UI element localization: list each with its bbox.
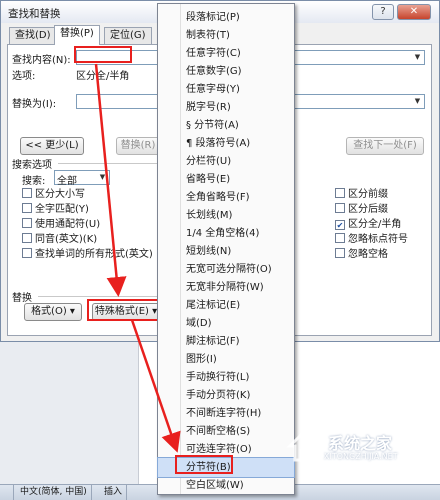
less-button[interactable]: << 更少(L) xyxy=(20,137,84,155)
menu-item-any-char[interactable]: 任意字符(C) xyxy=(158,44,294,63)
watermark-text: 系统之家 xyxy=(328,434,393,453)
menu-item-nonbreaking-hyphen[interactable]: 不间断连字符(H) xyxy=(158,404,294,423)
menu-item-manual-page-break[interactable]: 手动分页符(K) xyxy=(158,386,294,405)
tab-find[interactable]: 查找(D) xyxy=(9,27,57,44)
watermark-logo: 系统之家 XITONGZHIJIA.NET xyxy=(284,416,436,478)
menu-item-manual-line-break[interactable]: 手动换行符(L) xyxy=(158,368,294,387)
find-label: 查找内容(N): xyxy=(12,55,71,66)
divider xyxy=(58,163,158,164)
checkbox-label: 区分大小写 xyxy=(35,189,85,200)
chevron-down-icon[interactable]: ▼ xyxy=(412,96,423,107)
special-format-highlight xyxy=(87,299,159,321)
replace-label: 替换为(I): xyxy=(12,99,57,110)
menu-item-paragraph-mark[interactable]: 段落标记(P) xyxy=(158,8,294,27)
checkbox-sounds-like[interactable]: 同音(英文)(K) xyxy=(22,233,97,246)
checkbox-box[interactable] xyxy=(22,203,32,213)
search-direction-select[interactable]: 全部 ▼ xyxy=(54,170,110,187)
menu-item-en-dash[interactable]: 短划线(N) xyxy=(158,242,294,261)
checkbox-match-width[interactable]: ✔ 区分全/半角 xyxy=(335,218,401,231)
menu-item-tab[interactable]: 制表符(T) xyxy=(158,26,294,45)
checkbox-box[interactable] xyxy=(22,218,32,228)
search-options-title: 搜索选项 xyxy=(12,160,52,171)
checkbox-box[interactable] xyxy=(22,188,32,198)
checkbox-label: 区分后缀 xyxy=(348,204,388,215)
options-value: 区分全/半角 xyxy=(76,71,130,82)
menu-item-any-letter[interactable]: 任意字母(Y) xyxy=(158,80,294,99)
search-direction-label: 搜索: xyxy=(22,176,46,187)
menu-item-nonbreaking-space[interactable]: 不间断空格(S) xyxy=(158,422,294,441)
menu-item-quarter-space[interactable]: 1/4 全角空格(4) xyxy=(158,224,294,243)
menu-item-white-space[interactable]: 空白区域(W) xyxy=(158,476,294,495)
checkbox-label: 查找单词的所有形式(英文) xyxy=(35,249,153,260)
watermark-url: XITONGZHIJIA.NET xyxy=(324,452,398,461)
checkbox-box[interactable] xyxy=(335,233,345,243)
checkbox-label: 忽略标点符号 xyxy=(348,234,408,245)
checkbox-whole-word[interactable]: 全字匹配(Y) xyxy=(22,203,89,216)
checkbox-box[interactable] xyxy=(335,248,345,258)
checkbox-label: 全字匹配(Y) xyxy=(35,204,89,215)
checkbox-match-case[interactable]: 区分大小写 xyxy=(22,188,85,201)
replace-section-title: 替换 xyxy=(12,293,32,304)
menu-item-zero-width-nonbreak[interactable]: 无宽非分隔符(W) xyxy=(158,278,294,297)
menu-item-fullwidth-ellipsis[interactable]: 全角省略号(F) xyxy=(158,188,294,207)
status-insert-mode[interactable]: 插入 xyxy=(100,485,128,500)
checkbox-box[interactable]: ✔ xyxy=(335,220,345,230)
find-input-highlight xyxy=(74,46,132,63)
menu-item-ellipsis[interactable]: 省略号(E) xyxy=(158,170,294,189)
status-icon xyxy=(0,485,14,500)
menu-item-graphic[interactable]: 图形(I) xyxy=(158,350,294,369)
status-language[interactable]: 中文(简体, 中国) xyxy=(16,485,92,500)
checkbox-label: 使用通配符(U) xyxy=(35,219,101,230)
menu-item-endnote-mark[interactable]: 尾注标记(E) xyxy=(158,296,294,315)
tab-goto[interactable]: 定位(G) xyxy=(104,27,152,44)
close-button[interactable]: ✕ xyxy=(397,4,431,20)
checkbox-ignore-punctuation[interactable]: 忽略标点符号 xyxy=(335,233,408,246)
checkbox-wildcards[interactable]: 使用通配符(U) xyxy=(22,218,100,231)
options-label: 选项: xyxy=(12,71,36,82)
chevron-down-icon[interactable]: ▼ xyxy=(97,172,108,183)
menu-item-caret[interactable]: 脱字号(R) xyxy=(158,98,294,117)
checkbox-label: 区分前缀 xyxy=(348,189,388,200)
section-break-highlight xyxy=(175,455,233,474)
divider xyxy=(38,296,158,297)
checkbox-label: 忽略空格 xyxy=(348,249,388,260)
checkbox-label: 同音(英文)(K) xyxy=(35,234,98,245)
menu-item-paragraph-char[interactable]: ¶ 段落符号(A) xyxy=(158,134,294,153)
checkbox-box[interactable] xyxy=(22,233,32,243)
search-direction-value: 全部 xyxy=(57,176,77,187)
replace-button[interactable]: 替换(R) xyxy=(116,137,160,155)
menu-item-em-dash[interactable]: 长划线(M) xyxy=(158,206,294,225)
menu-item-footnote-mark[interactable]: 脚注标记(F) xyxy=(158,332,294,351)
tab-replace[interactable]: 替换(P) xyxy=(54,25,100,45)
checkbox-box[interactable] xyxy=(335,203,345,213)
checkbox-box[interactable] xyxy=(335,188,345,198)
checkbox-match-suffix[interactable]: 区分后缀 xyxy=(335,203,388,216)
checkbox-match-prefix[interactable]: 区分前缀 xyxy=(335,188,388,201)
checkbox-all-word-forms[interactable]: 查找单词的所有形式(英文) xyxy=(22,248,153,261)
find-next-button[interactable]: 查找下一处(F) xyxy=(346,137,424,155)
menu-item-zero-width-optional[interactable]: 无宽可选分隔符(O) xyxy=(158,260,294,279)
checkbox-box[interactable] xyxy=(22,248,32,258)
menu-item-column-break[interactable]: 分栏符(U) xyxy=(158,152,294,171)
special-format-menu: 段落标记(P) 制表符(T) 任意字符(C) 任意数字(G) 任意字母(Y) 脱… xyxy=(157,3,295,495)
checkbox-ignore-space[interactable]: 忽略空格 xyxy=(335,248,388,261)
format-button[interactable]: 格式(O) ▾ xyxy=(24,303,82,321)
menu-item-section-char[interactable]: § 分节符(A) xyxy=(158,116,294,135)
checkbox-label: 区分全/半角 xyxy=(348,219,402,230)
menu-item-field[interactable]: 域(D) xyxy=(158,314,294,333)
help-button[interactable]: ? xyxy=(372,4,394,20)
house-logo-icon xyxy=(286,427,326,462)
dialog-title: 查找和替换 xyxy=(8,8,61,20)
chevron-down-icon[interactable]: ▼ xyxy=(412,52,423,63)
menu-item-any-digit[interactable]: 任意数字(G) xyxy=(158,62,294,81)
